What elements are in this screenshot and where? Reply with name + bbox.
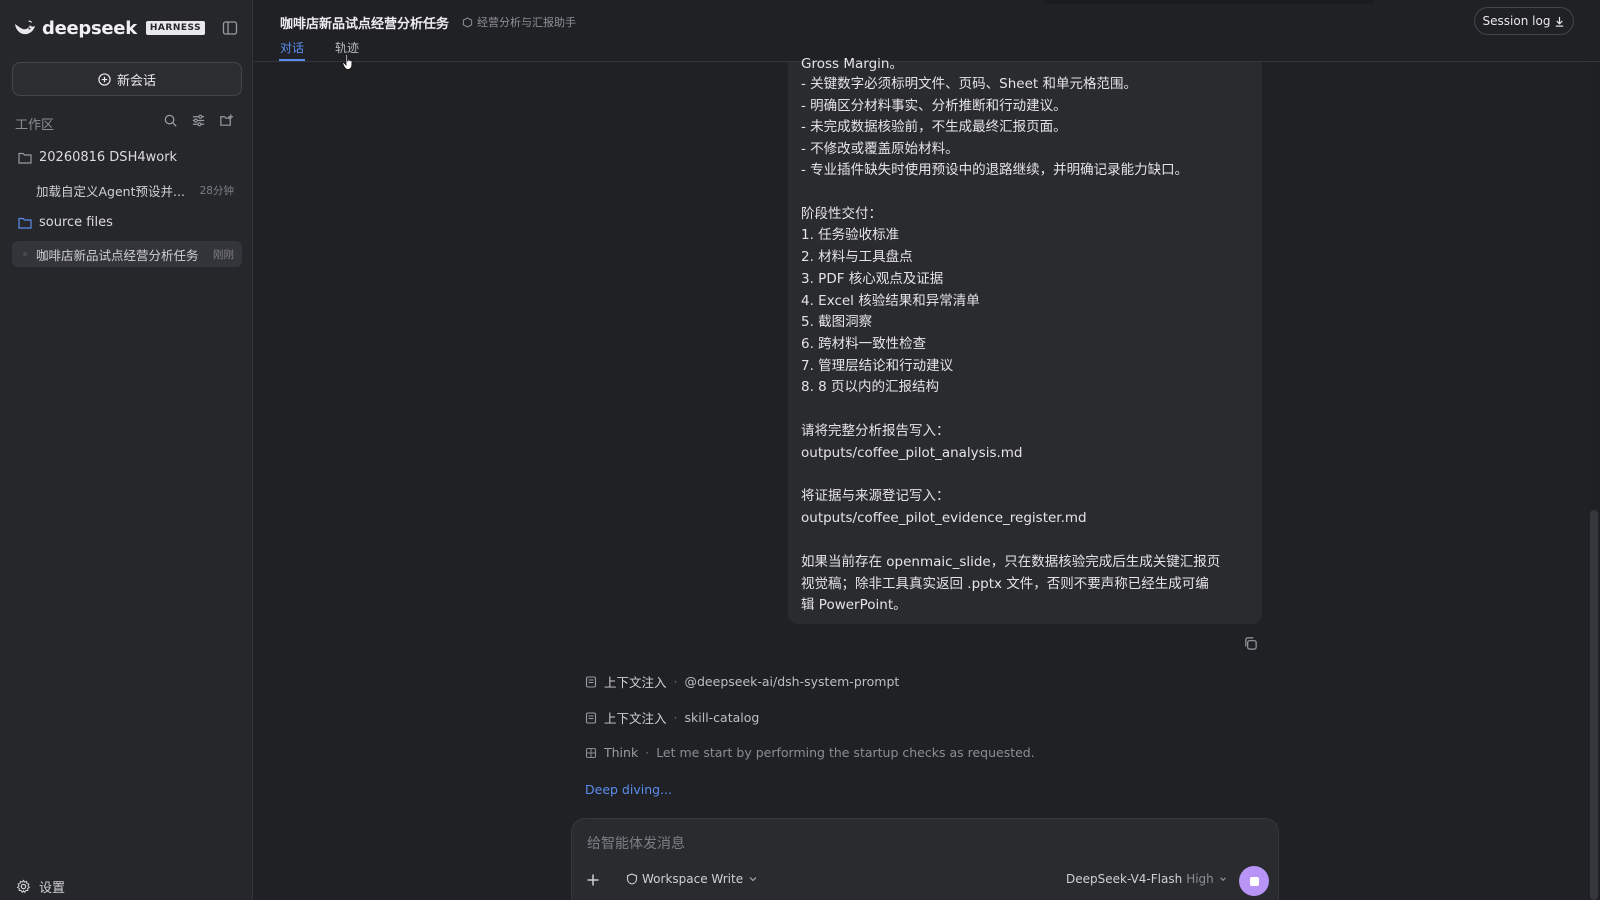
copy-icon[interactable] xyxy=(1243,636,1258,651)
message-line: 如果当前存在 openmaic_slide，只在数据核验完成后生成关键汇报页 xyxy=(801,554,1221,570)
scrollbar-thumb[interactable] xyxy=(1590,510,1598,900)
brand-name: deepseek xyxy=(42,17,137,39)
session-time: 刚刚 xyxy=(213,248,234,261)
message-line: 阶段性交付： xyxy=(801,206,882,222)
message-line: - 未完成数据核验前，不生成最终汇报页面。 xyxy=(801,119,1067,135)
model-name: DeepSeek-V4-Flash xyxy=(1066,872,1183,886)
think-label: Think xyxy=(604,745,639,760)
search-icon[interactable] xyxy=(163,113,178,128)
plus-icon[interactable] xyxy=(586,873,600,887)
brand-logo[interactable]: deepseek HARNESS xyxy=(14,17,206,39)
chevron-down-icon xyxy=(749,877,757,882)
new-folder-icon[interactable] xyxy=(219,113,234,128)
new-chat-label: 新会话 xyxy=(116,73,156,89)
session-item[interactable]: 加载自定义Agent预设并... 28分钟 xyxy=(12,177,242,203)
message-line: 将证据与来源登记写入： xyxy=(801,488,950,504)
think-text: Let me start by performing the startup c… xyxy=(656,745,1035,760)
tab-chat[interactable]: 对话 xyxy=(278,39,306,61)
document-icon xyxy=(585,675,597,688)
folder-icon xyxy=(18,217,32,229)
shield-icon xyxy=(626,873,638,885)
agent-icon xyxy=(462,16,473,28)
gear-icon xyxy=(16,879,31,894)
filter-icon[interactable] xyxy=(191,113,206,128)
message-line: 5. 截图洞察 xyxy=(801,314,873,330)
settings-label: 设置 xyxy=(39,881,66,896)
stop-icon xyxy=(1249,876,1259,886)
message-line: - 专业插件缺失时使用预设中的退路继续，并明确记录能力缺口。 xyxy=(801,162,1189,178)
folder-name: source files xyxy=(39,215,113,230)
brain-icon xyxy=(585,747,597,758)
message-line: - 明确区分材料事实、分析推断和行动建议。 xyxy=(801,98,1067,114)
message-line: 2. 材料与工具盘点 xyxy=(801,249,913,265)
separator-dot: · xyxy=(673,674,678,689)
message-line: 8. 8 页以内的汇报结构 xyxy=(801,379,940,395)
settings-button[interactable]: 设置 xyxy=(16,877,65,896)
download-icon xyxy=(1556,16,1564,27)
agent-name: 经营分析与汇报助手 xyxy=(477,16,576,29)
separator-dot: · xyxy=(645,745,650,760)
separator-dot: · xyxy=(673,710,678,725)
context-injection-row[interactable]: 上下文注入 · skill-catalog xyxy=(585,708,759,727)
context-label: 上下文注入 xyxy=(604,711,667,726)
session-item-active[interactable]: 咖啡店新品试点经营分析任务 刚刚 xyxy=(12,241,242,267)
message-input[interactable]: 给智能体发消息 xyxy=(587,833,685,853)
chat-header: 咖啡店新品试点经营分析任务 经营分析与汇报助手 对话 轨迹 Session lo… xyxy=(254,0,1600,62)
context-injection-row[interactable]: 上下文注入 · @deepseek-ai/dsh-system-prompt xyxy=(585,672,899,691)
brand-badge: HARNESS xyxy=(145,21,206,35)
message-line: 视觉稿；除非工具真实返回 .pptx 文件，否则不要声称已经生成可编 xyxy=(801,576,1209,592)
message-line: - 关键数字必须标明文件、页码、Sheet 和单元格范围。 xyxy=(801,76,1137,92)
stop-button[interactable] xyxy=(1239,866,1269,896)
session-status-dot xyxy=(23,252,27,256)
sidebar-toggle-icon[interactable] xyxy=(222,20,238,36)
folder-name: 20260816 DSH4work xyxy=(39,150,178,165)
think-row[interactable]: Think · Let me start by performing the s… xyxy=(585,745,1035,760)
session-title: 咖啡店新品试点经营分析任务 xyxy=(36,247,199,263)
session-log-label: Session log xyxy=(1482,14,1551,28)
mouse-pointer-icon xyxy=(342,53,353,70)
chevron-down-icon xyxy=(1219,877,1226,882)
folder-icon xyxy=(18,152,32,164)
message-line: 3. PDF 核心观点及证据 xyxy=(801,271,944,287)
sidebar: deepseek HARNESS 新会话 工作区 20260816 DSH4wo… xyxy=(0,0,253,900)
context-value: @deepseek-ai/dsh-system-prompt xyxy=(684,674,900,689)
context-value: skill-catalog xyxy=(684,710,760,725)
folder-dsh4work[interactable]: 20260816 DSH4work xyxy=(18,150,177,165)
new-chat-button[interactable]: 新会话 xyxy=(12,62,242,96)
message-line: 4. Excel 核验结果和异常清单 xyxy=(801,293,980,309)
workspace-tools xyxy=(163,113,234,128)
message-line: Gross Margin。 xyxy=(801,56,903,72)
status-text: Deep diving... xyxy=(585,782,672,797)
session-time: 28分钟 xyxy=(199,184,234,197)
message-line: outputs/coffee_pilot_evidence_register.m… xyxy=(801,510,1087,526)
folder-source-files[interactable]: source files xyxy=(18,215,113,230)
message-line: 7. 管理层结论和行动建议 xyxy=(801,358,954,374)
message-line: 6. 跨材料一致性检查 xyxy=(801,336,927,352)
context-label: 上下文注入 xyxy=(604,675,667,690)
permission-mode-label: Workspace Write xyxy=(642,872,744,886)
message-line: outputs/coffee_pilot_analysis.md xyxy=(801,445,1023,461)
permission-mode-select[interactable]: Workspace Write xyxy=(626,872,759,886)
session-log-button[interactable]: Session log xyxy=(1474,7,1574,35)
message-line: 辑 PowerPoint。 xyxy=(801,597,907,613)
message-line: 1. 任务验收标准 xyxy=(801,227,900,243)
message-line: 请将完整分析报告写入： xyxy=(801,423,950,439)
message-composer: 给智能体发消息 Workspace Write DeepSeek-V4-Flas… xyxy=(571,818,1279,900)
message-line: - 不修改或覆盖原始材料。 xyxy=(801,141,959,157)
reasoning-level: High xyxy=(1186,872,1214,886)
page-title: 咖啡店新品试点经营分析任务 xyxy=(280,17,450,32)
plus-circle-icon xyxy=(98,72,111,86)
document-icon xyxy=(585,711,597,724)
popup-edge xyxy=(1044,0,1374,4)
deepseek-whale-icon xyxy=(15,20,35,35)
workspace-label: 工作区 xyxy=(15,118,55,133)
user-message-bubble: Gross Margin。 - 关键数字必须标明文件、页码、Sheet 和单元格… xyxy=(788,56,1262,624)
model-select[interactable]: DeepSeek-V4-Flash High xyxy=(1066,872,1228,886)
agent-badge[interactable]: 经营分析与汇报助手 xyxy=(462,14,576,30)
session-title: 加载自定义Agent预设并... xyxy=(36,183,185,199)
